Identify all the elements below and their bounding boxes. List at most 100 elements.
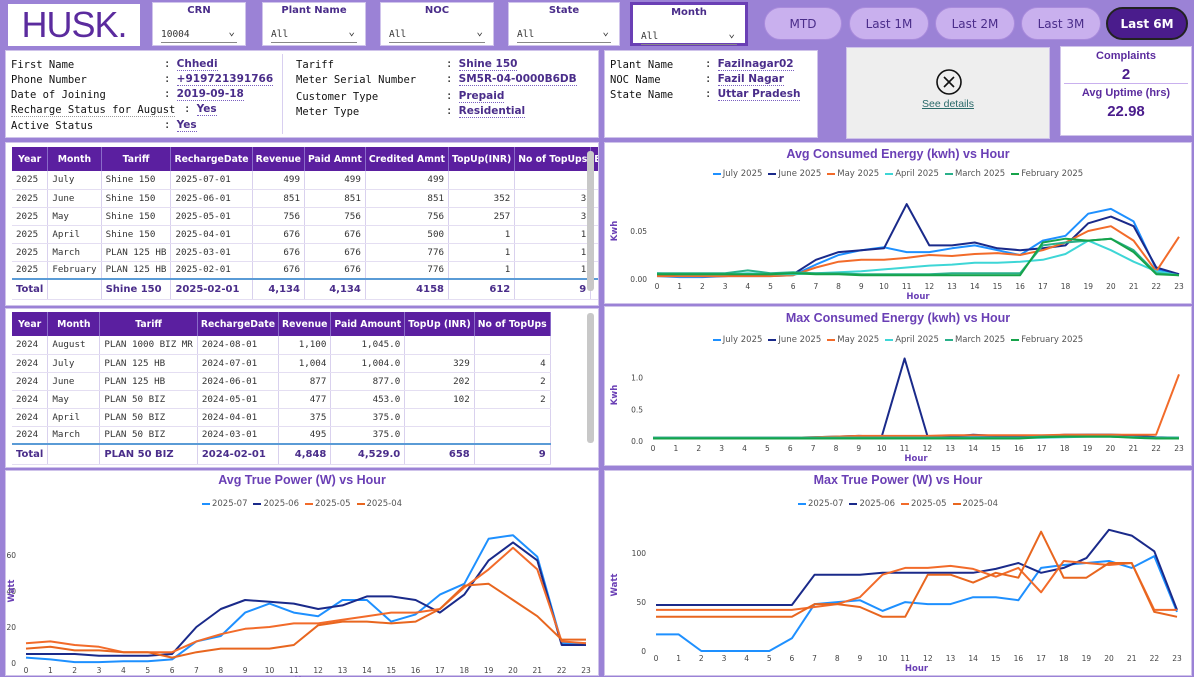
recharge-table-2024: Year Month Tariff RechargeDate Revenue P… <box>12 312 551 465</box>
month-dropdown[interactable]: All ⌄ <box>641 27 737 45</box>
series-line[interactable] <box>656 239 1180 277</box>
noc-slicer[interactable]: NOC All ⌄ <box>380 2 494 46</box>
plant-name-dropdown[interactable]: All ⌄ <box>271 25 357 43</box>
doj-value: 2019-09-18 <box>176 88 244 101</box>
recharge-value: Yes <box>196 103 217 116</box>
col-month[interactable]: Month <box>47 312 101 336</box>
meter-type-label: Meter Type <box>296 106 360 118</box>
col-topup[interactable]: TopUp (INR) <box>404 312 475 336</box>
doj-value-wrap: : 2019-09-18 <box>164 88 244 101</box>
max-energy-plot: 0.00.51.00 1 2 3 4 5 6 7 8 9 10 11 12 13 14 15 16 17 18 19 2… <box>610 357 1184 464</box>
chevron-down-icon: ⌄ <box>476 25 483 38</box>
table-scrollbar[interactable] <box>587 313 594 443</box>
x-tick-label: 22 <box>1152 282 1162 291</box>
table-scrollbar[interactable] <box>587 151 594 291</box>
col-no-of-topups[interactable]: No of TopUps <box>474 312 551 336</box>
table-cell: March <box>47 426 101 445</box>
table-row[interactable]: 2025 April Shine 150 2025-04-01 676 676 500 1 1 <box>12 225 598 244</box>
col-recharge-date[interactable]: RechargeDate <box>197 312 280 336</box>
col-topup[interactable]: TopUp(INR) <box>448 147 516 171</box>
chevron-down-icon: ⌄ <box>602 25 609 38</box>
x-tick-label: 11 <box>289 666 299 675</box>
month-slicer[interactable]: Month All ⌄ <box>630 2 748 46</box>
table-cell: 495 <box>278 426 332 445</box>
crn-dropdown[interactable]: 10004 ⌄ <box>161 25 237 43</box>
state-slicer[interactable]: State All ⌄ <box>508 2 620 46</box>
plant-name-value-wrap: : Fazilnagar02 <box>705 58 794 71</box>
x-tick-label: 22 <box>1151 444 1161 453</box>
table-row[interactable]: 2024 August PLAN 1000 BIZ MR 2024-08-01 1,10… <box>12 336 551 355</box>
close-circle-icon[interactable] <box>935 68 963 96</box>
table-row[interactable]: 2025 May Shine 150 2025-05-01 756 756 756 257 3 <box>12 207 598 226</box>
noc-name-label: NOC Name <box>610 74 661 86</box>
x-tick-label: 8 <box>835 654 840 663</box>
x-tick-label: 17 <box>1036 654 1046 663</box>
table-cell <box>404 408 475 427</box>
meter-serial-label: Meter Serial Number <box>296 74 417 86</box>
x-tick-label: 14 <box>968 444 978 453</box>
last-6m-button[interactable]: Last 6M <box>1106 7 1188 40</box>
col-no-of-topups[interactable]: No of TopUps <box>514 147 592 171</box>
col-tariff[interactable]: Tariff <box>101 147 172 171</box>
x-tick-label: 11 <box>900 444 910 453</box>
col-recharge-date[interactable]: RechargeDate <box>170 147 253 171</box>
phone-value-wrap: : +919721391766 <box>164 73 274 86</box>
col-paid-amnt[interactable]: Paid Amnt <box>304 147 366 171</box>
table-row[interactable]: 2025 July Shine 150 2025-07-01 499 499 499 <box>12 171 598 190</box>
total-cell: 612 <box>448 278 516 300</box>
x-tick-label: 21 <box>1127 654 1137 663</box>
state-dropdown[interactable]: All ⌄ <box>517 25 611 43</box>
table-row[interactable]: 2024 July PLAN 125 HB 2024-07-01 1,004 1,004.… <box>12 354 551 373</box>
col-revenue[interactable]: Revenue <box>252 147 305 171</box>
col-revenue[interactable]: Revenue <box>278 312 332 336</box>
table-row[interactable]: 2025 February PLAN 125 HB 2025-02-01 676 676 7… <box>12 261 598 280</box>
x-axis-label: Hour <box>904 454 928 464</box>
crn-slicer[interactable]: CRN 10004 ⌄ <box>152 2 246 46</box>
x-tick-label: 13 <box>946 444 956 453</box>
last-1m-button[interactable]: Last 1M <box>849 7 929 40</box>
x-axis-label: Hour <box>905 664 929 674</box>
state-name-value: Uttar Pradesh <box>717 88 801 101</box>
col-credited-amnt[interactable]: Credited Amnt <box>365 147 450 171</box>
table-cell: 2024 <box>12 354 49 373</box>
doj-label: Date of Joining <box>11 89 106 101</box>
last-2m-button[interactable]: Last 2M <box>935 7 1015 40</box>
table-cell: 676 <box>304 225 366 244</box>
series-line[interactable] <box>25 546 587 654</box>
last-3m-button[interactable]: Last 3M <box>1021 7 1101 40</box>
col-tariff[interactable]: Tariff <box>99 312 198 336</box>
table-cell: July <box>47 354 101 373</box>
x-tick-label: 0 <box>24 666 29 675</box>
col-paid-amount[interactable]: Paid Amount <box>330 312 406 336</box>
table-row[interactable]: 2024 June PLAN 125 HB 2024-06-01 877 877.0 202… <box>12 372 551 391</box>
mtd-button[interactable]: MTD <box>764 7 842 40</box>
total-cell: Shine 150 <box>101 278 172 300</box>
plant-name-slicer[interactable]: Plant Name All ⌄ <box>262 2 366 46</box>
series-line[interactable] <box>653 374 1180 439</box>
col-month[interactable]: Month <box>47 147 102 171</box>
x-tick-label: 19 <box>1083 444 1093 453</box>
x-tick-label: 17 <box>1037 444 1047 453</box>
x-tick-label: 21 <box>1128 444 1138 453</box>
table-cell: 257 <box>448 207 516 226</box>
series-line[interactable] <box>25 582 586 659</box>
table-cell: 2024-03-01 <box>197 426 280 445</box>
table-row[interactable]: 2024 May PLAN 50 BIZ 2024-05-01 477 453.0 102 2 <box>12 390 551 409</box>
see-details-link[interactable]: See details <box>847 98 1049 110</box>
crn-slicer-label: CRN <box>187 5 211 16</box>
noc-dropdown[interactable]: All ⌄ <box>389 25 485 43</box>
x-axis-label: Hour <box>906 292 930 302</box>
x-tick-label: 6 <box>790 654 795 663</box>
table-cell: 1,045.0 <box>330 336 406 355</box>
table-row[interactable]: 2025 March PLAN 125 HB 2025-03-01 676 676 776 1… <box>12 243 598 262</box>
series-line[interactable] <box>25 534 586 664</box>
table-row[interactable]: 2024 March PLAN 50 BIZ 2024-03-01 495 375.0 <box>12 426 551 445</box>
col-year[interactable]: Year <box>12 147 49 171</box>
col-year[interactable]: Year <box>12 312 49 336</box>
state-value: All <box>517 29 535 40</box>
series-line[interactable] <box>653 357 1180 439</box>
series-line[interactable] <box>26 541 586 657</box>
table-cell: 2024-06-01 <box>197 372 280 391</box>
table-row[interactable]: 2024 April PLAN 50 BIZ 2024-04-01 375 375.0 <box>12 408 551 427</box>
table-row[interactable]: 2025 June Shine 150 2025-06-01 851 851 851 352 3 <box>12 189 598 208</box>
